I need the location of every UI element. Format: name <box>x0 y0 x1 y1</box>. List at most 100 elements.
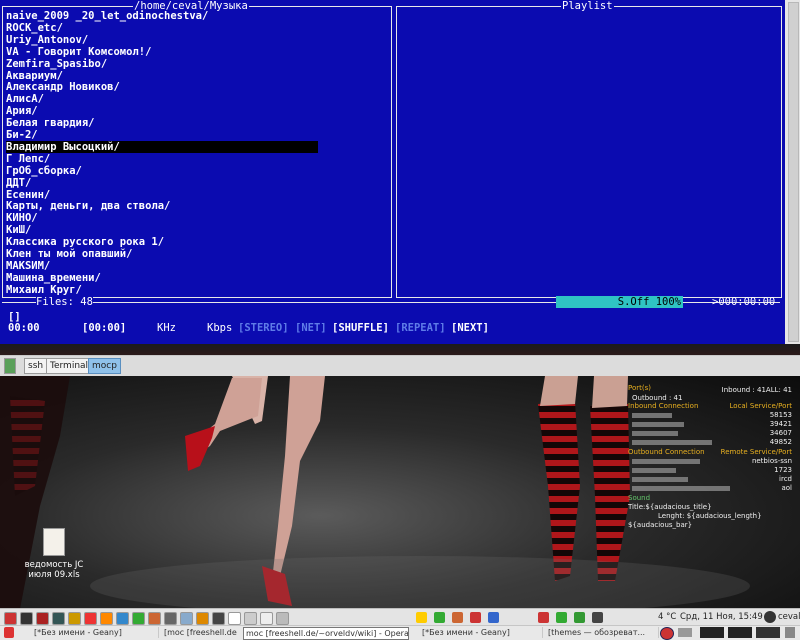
terminal-app-icon[interactable] <box>4 358 16 374</box>
tray-app-icon[interactable] <box>452 612 463 623</box>
user-name[interactable]: ceval <box>778 612 800 622</box>
text-icon[interactable] <box>260 612 273 625</box>
tray-app-icon[interactable] <box>556 612 567 623</box>
remote-port: netbios-ssn <box>751 457 792 465</box>
kbps-label: Kbps <box>207 322 233 334</box>
power-icon[interactable] <box>764 611 776 623</box>
folder-icon[interactable] <box>196 612 209 625</box>
settings-icon[interactable] <box>132 612 145 625</box>
task-opera-wiki[interactable]: moc [freeshell.de/~orveldv/wiki] - Opera <box>243 627 409 640</box>
file-list-item[interactable]: Ария/ <box>6 105 38 117</box>
file-list-item[interactable]: ДДТ/ <box>6 177 31 189</box>
file-list-item[interactable]: Есенин/ <box>6 189 50 201</box>
scrollbar-thumb[interactable] <box>788 2 799 342</box>
file-list-item[interactable]: Белая гвардия/ <box>6 117 95 129</box>
file-list-item[interactable]: Александр Новиков/ <box>6 81 120 93</box>
audacious-title: Title:${audacious_title} <box>628 503 712 511</box>
shuffle-indicator[interactable]: [SHUFFLE] <box>332 322 389 334</box>
file-list-item[interactable]: Классика русского рока 1/ <box>6 236 164 248</box>
task-geany-1[interactable]: [*Без имени - Geany] <box>22 627 159 638</box>
file-list-item[interactable]: ROCK_etc/ <box>6 22 63 34</box>
menu-icon[interactable] <box>4 612 17 625</box>
terminal-icon[interactable] <box>20 612 33 625</box>
editor-icon[interactable] <box>212 612 225 625</box>
elapsed-time: 00:00 <box>8 322 40 334</box>
file-list-item-selected[interactable]: Владимир Высоцкий/ <box>6 140 318 153</box>
sound-label: Sound <box>628 494 651 502</box>
connection-bar <box>632 468 676 473</box>
files-icon[interactable] <box>148 612 161 625</box>
file-list-item[interactable]: Михаил Круг/ <box>6 284 82 296</box>
file-list-item[interactable]: Карты, деньги, два ствола/ <box>6 200 170 212</box>
desktop-wallpaper: Port(s) Inbound : 41ALL: 41 Outbound : 4… <box>0 376 800 609</box>
tab-ssh[interactable]: ssh <box>24 358 48 374</box>
conky-monitor: Port(s) Inbound : 41ALL: 41 Outbound : 4… <box>626 384 794 534</box>
task-themes[interactable]: [themes — обозреват... <box>536 627 659 638</box>
file-list-item[interactable]: Uriy_Antonov/ <box>6 34 88 46</box>
tray-app-icon[interactable] <box>470 612 481 623</box>
total-time: [00:00] <box>82 322 127 334</box>
keyboard-layout-icon[interactable] <box>660 627 674 640</box>
tray-app-icon[interactable] <box>434 612 445 623</box>
desktop-file-label-2: июля 09.xls <box>28 570 80 580</box>
audacious-bar: ${audacious_bar} <box>628 521 693 529</box>
mail-icon[interactable] <box>244 612 257 625</box>
firefox-icon[interactable] <box>100 612 113 625</box>
notes-icon[interactable] <box>228 612 241 625</box>
file-list-item[interactable]: АлисА/ <box>6 93 44 105</box>
volume-bar[interactable]: S.Off 100% <box>556 296 683 308</box>
tray-app-icon[interactable] <box>574 612 585 623</box>
tray-app-icon[interactable] <box>592 612 603 623</box>
file-list-item[interactable]: Аквариум/ <box>6 70 63 82</box>
file-list-item[interactable]: Клен ты мой опавший/ <box>6 248 132 260</box>
task-moc-terminal[interactable]: [moc [freeshell.de <box>152 627 251 638</box>
tray-app-icon[interactable] <box>488 612 499 623</box>
local-port: 34607 <box>769 429 792 437</box>
menu-icon[interactable] <box>4 627 14 638</box>
connection-bar <box>632 477 688 482</box>
terminal-scrollbar[interactable] <box>785 0 800 344</box>
khz-label: KHz <box>157 322 176 334</box>
local-service-label: Local Service/Port <box>729 402 792 410</box>
connection-bar <box>632 431 678 436</box>
cpu-graph-icon <box>700 627 724 638</box>
browser-icon[interactable] <box>116 612 129 625</box>
tray-app-icon[interactable] <box>416 612 427 623</box>
file-list-item[interactable]: Zemfira_Spasibo/ <box>6 58 107 70</box>
file-list-item[interactable]: naive_2009 _20_let_odinochestva/ <box>6 10 208 22</box>
clock[interactable]: Срд, 11 Ноя, 15:49 <box>680 612 763 622</box>
file-list-item[interactable]: ГрОб_сборка/ <box>6 165 82 177</box>
task-panel: [*Без имени - Geany] [moc [freeshell.de … <box>0 625 800 640</box>
document-icon[interactable] <box>276 612 289 625</box>
file-list-item[interactable]: КиШ/ <box>6 224 31 236</box>
file-list-item[interactable]: КИНО/ <box>6 212 38 224</box>
tab-mocp[interactable]: mocp <box>88 358 121 374</box>
cube-icon[interactable] <box>180 612 193 625</box>
next-indicator[interactable]: [NEXT] <box>451 322 489 334</box>
repeat-indicator[interactable]: [REPEAT] <box>395 322 446 334</box>
stereo-indicator: [STEREO] <box>238 322 289 334</box>
file-list-item[interactable]: Машина_времени/ <box>6 272 101 284</box>
tab-terminal[interactable]: Terminal <box>46 358 93 374</box>
launcher-panel: 4 °C Срд, 11 Ноя, 15:49 ceval <box>0 608 800 626</box>
terminal-icon[interactable] <box>36 612 49 625</box>
archive-icon[interactable] <box>164 612 177 625</box>
trash-icon[interactable] <box>785 627 795 638</box>
net-indicator: [NET] <box>295 322 327 334</box>
mem-graph-icon <box>756 627 780 638</box>
local-port: 58153 <box>769 411 792 419</box>
tools-icon[interactable] <box>68 612 81 625</box>
local-port: 39421 <box>769 420 792 428</box>
tray-icon <box>678 628 692 637</box>
screen-icon[interactable] <box>52 612 65 625</box>
file-list-item[interactable]: Г Лепс/ <box>6 153 50 165</box>
tray-app-icon[interactable] <box>538 612 549 623</box>
file-list-item[interactable]: VA - Говорит Комсомол!/ <box>6 46 151 58</box>
file-list-item[interactable]: Би-2/ <box>6 129 38 141</box>
desktop-file-icon[interactable]: ведомость JC июля 09.xls <box>20 528 88 580</box>
outbound-connection-label: Outbound Connection <box>628 448 705 456</box>
opera-icon[interactable] <box>84 612 97 625</box>
connection-bar <box>632 459 700 464</box>
file-list-item[interactable]: MAKSИM/ <box>6 260 50 272</box>
task-geany-2[interactable]: [*Без имени - Geany] <box>410 627 543 638</box>
